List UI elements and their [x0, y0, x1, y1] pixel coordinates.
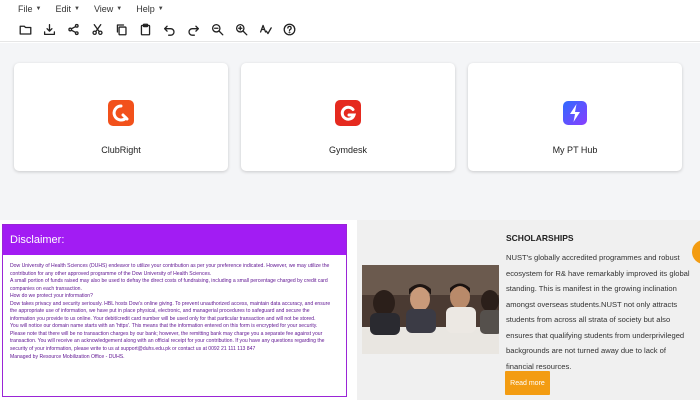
- cut-icon[interactable]: [89, 21, 106, 38]
- disclaimer-line: How do we protect your information?: [10, 293, 93, 300]
- app-card-my-pt-hub[interactable]: My PT Hub: [468, 63, 682, 171]
- disclaimer-line: Dow University of Health Sciences (DUHS)…: [10, 263, 330, 269]
- spell-check-icon[interactable]: [257, 21, 274, 38]
- scholarships-section: SCHOLARSHIPS NUST's globally accredited …: [357, 220, 700, 400]
- share-icon[interactable]: [65, 21, 82, 38]
- zoom-in-icon[interactable]: [233, 21, 250, 38]
- app-card-clubright[interactable]: ClubRight: [14, 63, 228, 171]
- disclaimer-line: information you provide to us online. Yo…: [10, 315, 316, 322]
- app-name: My PT Hub: [552, 145, 598, 155]
- caret-down-icon: ▼: [116, 6, 123, 12]
- apps-section: ClubRight Gymdesk My PT Hub: [0, 43, 700, 220]
- redo-icon[interactable]: [185, 21, 202, 38]
- clubright-logo-icon: [108, 100, 134, 126]
- download-icon[interactable]: [41, 21, 58, 38]
- undo-icon[interactable]: [161, 21, 178, 38]
- read-more-button[interactable]: Read more: [505, 371, 550, 395]
- scholarships-description: NUST's globally accredited programmes an…: [506, 253, 690, 371]
- gymdesk-logo-icon: [335, 100, 361, 126]
- menu-view-label: View: [93, 4, 114, 14]
- disclaimer-line: companies on each transaction.: [10, 285, 82, 292]
- caret-down-icon: ▼: [73, 6, 80, 12]
- disclaimer-line: Please note that there will be no transa…: [10, 330, 323, 337]
- menu-file[interactable]: File ▼: [18, 4, 41, 14]
- menu-file-label: File: [18, 4, 33, 14]
- menu-help-label: Help: [136, 4, 155, 14]
- app-card-gymdesk[interactable]: Gymdesk: [241, 63, 455, 171]
- menu-help[interactable]: Help ▼: [136, 4, 163, 14]
- caret-down-icon: ▼: [35, 6, 42, 12]
- disclaimer-line: the appropriate use of information, we h…: [10, 308, 310, 315]
- disclaimer-line: security of your information, please wri…: [10, 346, 256, 353]
- menu-edit[interactable]: Edit ▼: [55, 4, 79, 14]
- folder-open-icon[interactable]: [17, 21, 34, 38]
- menu-edit-label: Edit: [55, 4, 71, 14]
- disclaimer-line: transaction. You will receive an acknowl…: [10, 338, 325, 345]
- students-photo: [362, 265, 499, 354]
- disclaimer-line: You will notice our domain name starts w…: [10, 323, 318, 330]
- zoom-out-icon[interactable]: [209, 21, 226, 38]
- disclaimer-body: Dow University of Health Sciences (DUHS)…: [3, 255, 346, 361]
- toolbar: [0, 18, 700, 42]
- my-pt-hub-logo-icon: [562, 100, 588, 126]
- disclaimer-panel: Disclaimer: Dow University of Health Sci…: [2, 224, 347, 397]
- menu-view[interactable]: View ▼: [94, 4, 122, 14]
- disclaimer-line: contribution for any other approved prog…: [10, 270, 212, 277]
- menu-bar: File ▼ Edit ▼ View ▼ Help ▼: [0, 0, 700, 18]
- caret-down-icon: ▼: [157, 6, 164, 12]
- scholarships-title: SCHOLARSHIPS: [506, 233, 574, 243]
- disclaimer-title: Disclaimer:: [3, 225, 346, 255]
- app-name: ClubRight: [101, 145, 141, 155]
- app-name: Gymdesk: [328, 145, 367, 155]
- disclaimer-line: Dow takes privacy and security seriously…: [10, 300, 331, 307]
- disclaimer-line: Managed by Resource Mobilization Office …: [10, 353, 125, 360]
- copy-icon[interactable]: [113, 21, 130, 38]
- disclaimer-line: A small portion of funds raised may also…: [10, 278, 328, 285]
- help-icon[interactable]: [281, 21, 298, 38]
- paste-icon[interactable]: [137, 21, 154, 38]
